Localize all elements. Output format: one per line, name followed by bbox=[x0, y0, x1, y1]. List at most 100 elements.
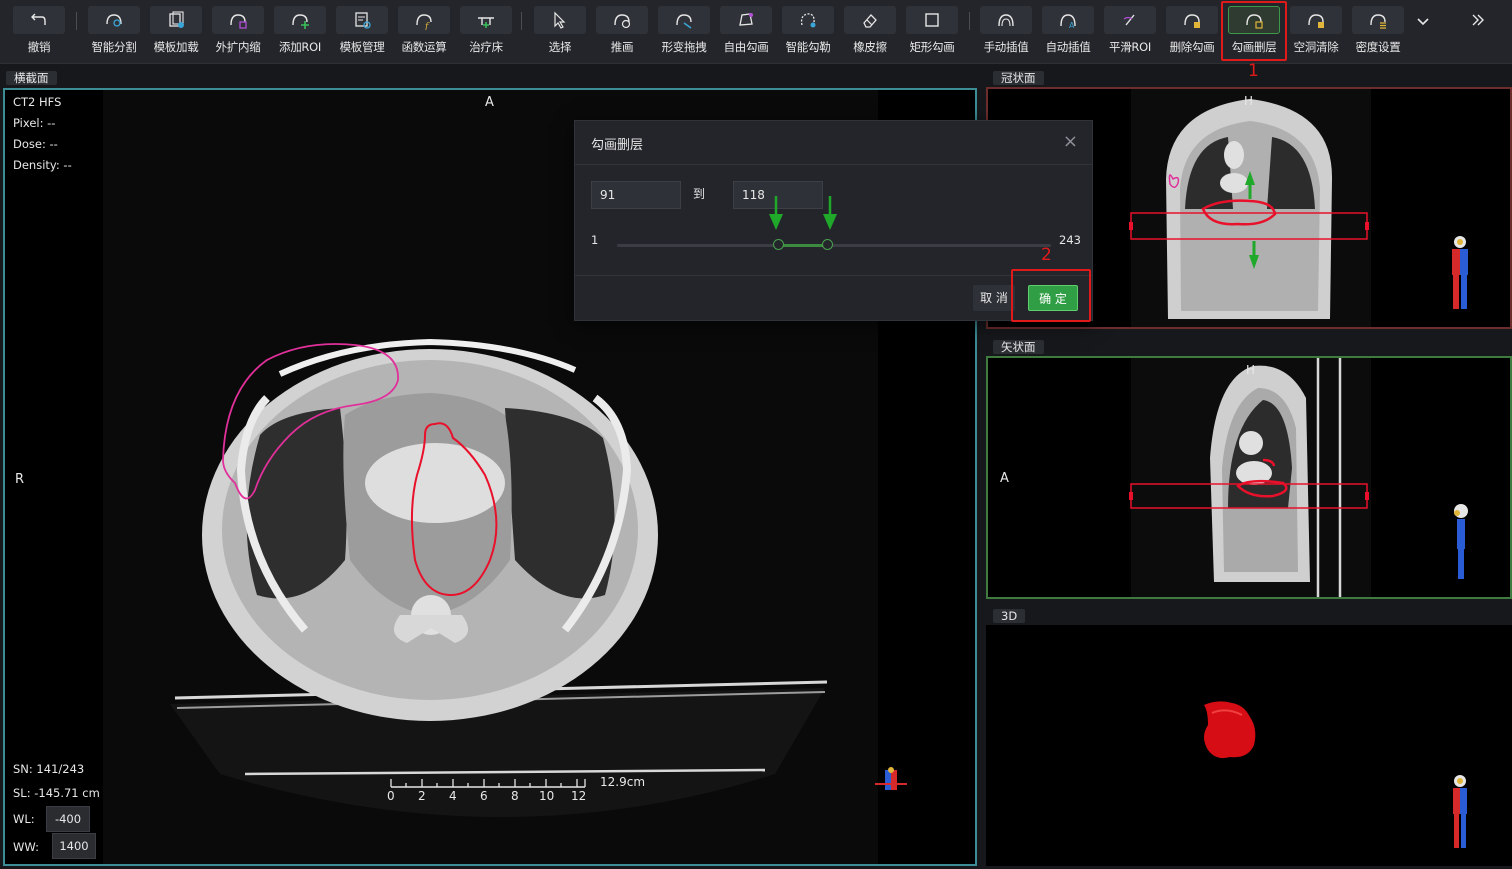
dialog-title: 勾画删层 bbox=[591, 138, 644, 153]
template-load-icon bbox=[169, 11, 184, 28]
callout-box-delete-layer bbox=[1221, 1, 1287, 61]
auto-interp-icon: A bbox=[1060, 14, 1076, 30]
to-label: 到 bbox=[693, 187, 706, 201]
smart-outline-icon bbox=[800, 13, 816, 28]
toolbar-separator bbox=[969, 12, 970, 30]
axial-orient-top: A bbox=[485, 95, 494, 110]
coronal-orient-top: H bbox=[1244, 94, 1254, 108]
view3d-viewport[interactable] bbox=[986, 625, 1512, 866]
hole-clear-label: 空洞清除 bbox=[1293, 40, 1339, 54]
expand-shrink-icon bbox=[230, 14, 247, 29]
push-draw-label: 推画 bbox=[610, 40, 634, 54]
template-manage-icon bbox=[355, 12, 371, 29]
expand-shrink-label: 外扩内缩 bbox=[215, 40, 261, 54]
scale-tick-6: 6 bbox=[480, 789, 488, 803]
roi-3d-render bbox=[1204, 701, 1467, 848]
scale-bar: 0 2 4 6 8 10 12 12.9cm bbox=[387, 775, 647, 807]
eraser-icon bbox=[863, 14, 877, 28]
push-draw-button[interactable]: 推画 bbox=[596, 6, 648, 56]
range-min-label: 1 bbox=[591, 233, 599, 247]
smart-segment-icon bbox=[106, 14, 122, 27]
axial-info-pixel: Pixel: -- bbox=[13, 116, 56, 130]
delete-contour-label: 删除勾画 bbox=[1169, 40, 1215, 54]
cancel-button[interactable]: 取 消 bbox=[973, 285, 1015, 311]
coronal-panel-title: 冠状面 bbox=[993, 71, 1044, 85]
function-icon: f bbox=[416, 14, 432, 30]
axial-panel-title: 横截面 bbox=[6, 71, 57, 85]
treatment-couch-label: 治疗床 bbox=[469, 40, 503, 54]
axial-orient-left: R bbox=[15, 472, 25, 487]
function-button[interactable]: f 函数运算 bbox=[398, 6, 450, 56]
add-roi-icon bbox=[292, 14, 309, 29]
auto-interp-button[interactable]: A 自动插值 bbox=[1042, 6, 1094, 56]
density-icon bbox=[1370, 14, 1386, 29]
treatment-couch-button[interactable]: 治疗床 bbox=[460, 6, 512, 56]
undo-button[interactable]: 撤销 bbox=[13, 6, 65, 56]
smart-segment-button[interactable]: 智能分割 bbox=[88, 6, 140, 56]
undo-label: 撤销 bbox=[27, 40, 51, 54]
toolbar-separator bbox=[76, 12, 77, 30]
hole-clear-button[interactable]: 空洞清除 bbox=[1290, 6, 1342, 56]
smooth-roi-icon bbox=[1123, 14, 1135, 26]
arrow-marker-end bbox=[823, 196, 837, 230]
smart-segment-label: 智能分割 bbox=[91, 40, 137, 54]
callout-number-1: 1 bbox=[1248, 61, 1259, 81]
delete-contour-button[interactable]: 删除勾画 bbox=[1166, 6, 1218, 56]
sagittal-orient-left: A bbox=[1000, 471, 1009, 486]
dialog-header: 勾画删层 × bbox=[575, 121, 1092, 165]
expand-shrink-button[interactable]: 外扩内缩 bbox=[212, 6, 264, 56]
free-draw-button[interactable]: 自由勾画 bbox=[720, 6, 772, 56]
sagittal-orient-top: H bbox=[1246, 363, 1256, 377]
template-load-label: 模板加载 bbox=[153, 40, 199, 54]
window-level-input[interactable]: -400 bbox=[46, 806, 90, 832]
smooth-roi-label: 平滑ROI bbox=[1109, 40, 1151, 54]
rectangle-button[interactable]: 矩形勾画 bbox=[906, 6, 958, 56]
svg-text:A: A bbox=[1069, 21, 1075, 30]
smart-outline-label: 智能勾勒 bbox=[785, 40, 831, 54]
eraser-button[interactable]: 橡皮擦 bbox=[844, 6, 896, 56]
template-load-button[interactable]: 模板加载 bbox=[150, 6, 202, 56]
eraser-label: 橡皮擦 bbox=[853, 40, 887, 54]
auto-interp-label: 自动插值 bbox=[1045, 40, 1091, 54]
from-slice-input[interactable]: 91 bbox=[591, 181, 681, 209]
manual-interp-icon bbox=[998, 14, 1014, 27]
deform-drag-icon bbox=[676, 14, 692, 29]
slider-handle-end[interactable] bbox=[821, 239, 833, 250]
slice-number: SN: 141/243 bbox=[13, 762, 85, 776]
manual-interp-button[interactable]: 手动插值 bbox=[980, 6, 1032, 56]
sagittal-ct-image bbox=[1129, 358, 1468, 597]
svg-text:f: f bbox=[424, 22, 430, 30]
smooth-roi-button[interactable]: 平滑ROI bbox=[1104, 6, 1156, 56]
add-roi-label: 添加ROI bbox=[279, 40, 321, 54]
density-button[interactable]: 密度设置 bbox=[1352, 6, 1404, 56]
double-chevron-right-icon bbox=[1472, 14, 1484, 26]
sagittal-viewport[interactable]: H A bbox=[986, 356, 1512, 599]
slice-range-slider[interactable] bbox=[617, 239, 1051, 251]
slider-handle-start[interactable] bbox=[773, 239, 785, 250]
rectangle-label: 矩形勾画 bbox=[909, 40, 955, 54]
range-max-label: 243 bbox=[1059, 233, 1081, 247]
density-label: 密度设置 bbox=[1355, 40, 1401, 54]
axial-info-dose: Dose: -- bbox=[13, 137, 58, 151]
window-width-label: WW: bbox=[13, 840, 39, 854]
orientation-cube-icon bbox=[875, 767, 907, 790]
manual-interp-label: 手动插值 bbox=[983, 40, 1029, 54]
template-manage-button[interactable]: 模板管理 bbox=[336, 6, 388, 56]
callout-box-confirm bbox=[1011, 269, 1091, 322]
smart-outline-button[interactable]: 智能勾勒 bbox=[782, 6, 834, 56]
arrow-marker-start bbox=[769, 196, 783, 230]
delete-contour-icon bbox=[1184, 14, 1200, 28]
scale-tick-0: 0 bbox=[387, 789, 395, 803]
select-button[interactable]: 选择 bbox=[534, 6, 586, 56]
deform-drag-label: 形变拖拽 bbox=[661, 40, 707, 54]
rectangle-icon bbox=[925, 13, 939, 27]
more-dropdown[interactable] bbox=[1414, 12, 1432, 30]
axial-info-line1: CT2 HFS bbox=[13, 95, 62, 109]
deform-drag-button[interactable]: 形变拖拽 bbox=[658, 6, 710, 56]
callout-number-2: 2 bbox=[1041, 245, 1052, 265]
close-icon[interactable]: × bbox=[1063, 131, 1078, 152]
window-width-input[interactable]: 1400 bbox=[52, 833, 96, 859]
undo-icon bbox=[31, 13, 46, 25]
add-roi-button[interactable]: 添加ROI bbox=[274, 6, 326, 56]
expand-toolbar-button[interactable] bbox=[1468, 10, 1488, 30]
